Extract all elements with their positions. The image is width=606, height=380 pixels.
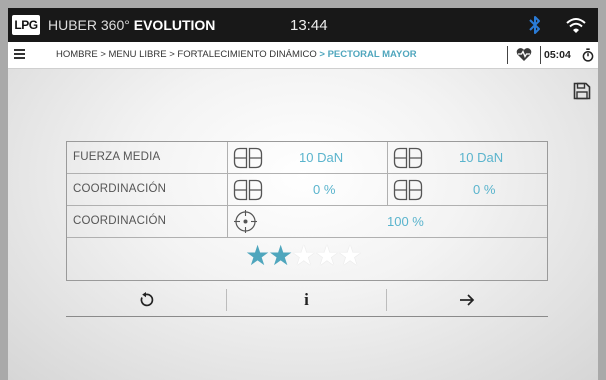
feet-icon [393,147,423,169]
breadcrumb-current: PECTORAL MAYOR [327,49,417,60]
clock: 13:44 [290,17,328,34]
feet-icon [393,179,423,201]
star-icon: ★ [337,240,362,271]
right-value: 0 % [473,182,496,197]
breadcrumb-bar: HOMBRE > MENU LIBRE > FORTALECIMIENTO DI… [8,42,598,69]
arrow-right-icon [460,294,475,306]
star-icon: ★ [291,240,316,271]
row-label: FUERZA MEDIA [73,151,161,163]
lpg-logo: LPG [12,15,40,35]
row-label: COORDINACIÓN [73,215,167,227]
info-button[interactable]: i [227,284,386,316]
star-rating: ★★★★★ [245,240,363,271]
target-icon [234,210,257,233]
table-row: FUERZA MEDIA 10 DaN 10 DaN [67,142,547,174]
divider [507,46,508,64]
reset-icon [140,292,154,307]
star-icon: ★ [314,240,339,271]
coordination-value: 100 % [387,214,424,229]
breadcrumb: HOMBRE > MENU LIBRE > FORTALECIMIENTO DI… [56,49,417,60]
rating-row: ★★★★★ [67,238,547,280]
breadcrumb-path[interactable]: HOMBRE > MENU LIBRE > FORTALECIMIENTO DI… [56,49,317,60]
left-value: 0 % [313,182,336,197]
results-table: FUERZA MEDIA 10 DaN 10 DaN COORDINACIÓN … [66,141,548,281]
stopwatch-icon [582,48,594,62]
left-value: 10 DaN [299,150,344,165]
wifi-icon [566,18,586,33]
table-row: COORDINACIÓN 0 % 0 % [67,174,547,206]
star-icon: ★ [245,240,270,271]
menu-icon[interactable] [14,49,25,60]
app-frame: LPG HUBER 360° EVOLUTION 13:44 HOMBRE > … [8,8,598,380]
table-row: COORDINACIÓN 100 % [67,206,547,238]
session-timer: 05:04 [544,49,571,61]
feet-icon [233,179,263,201]
feet-icon [233,147,263,169]
star-icon: ★ [268,240,293,271]
info-icon: i [304,290,309,309]
app-name-bold: EVOLUTION [133,17,216,33]
bluetooth-icon[interactable] [526,14,544,36]
save-icon[interactable] [573,82,591,100]
row-label: COORDINACIÓN [73,183,167,195]
app-title: HUBER 360° EVOLUTION [48,17,215,33]
right-value: 10 DaN [459,150,504,165]
reset-button[interactable] [66,284,226,316]
divider [540,46,541,64]
app-name: HUBER 360° [48,17,130,33]
action-bar: i [66,284,548,317]
breadcrumb-separator: > [316,49,328,60]
heart-rate-icon[interactable] [516,47,532,62]
status-bar: LPG HUBER 360° EVOLUTION 13:44 [8,8,598,42]
next-button[interactable] [387,284,547,316]
